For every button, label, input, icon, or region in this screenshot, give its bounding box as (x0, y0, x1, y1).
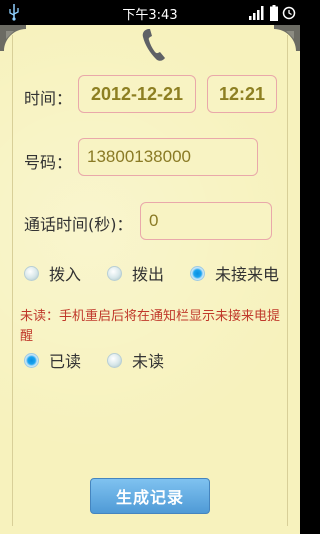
form-background: 时间： 2012-12-21 12:21 号码： 13800138000 通话时… (0, 25, 300, 534)
duration-label: 通话时间(秒)： (24, 215, 133, 234)
time-label: 时间： (24, 89, 73, 108)
phone-icon (142, 29, 165, 61)
radio-button-icon[interactable] (107, 265, 122, 281)
time-field[interactable]: 12:21 (207, 75, 277, 113)
radio-read[interactable]: 已读 (24, 348, 81, 372)
corner-ornament-right-icon (274, 25, 300, 51)
unread-hint-text: 未读：手机重启后将在通知栏显示未接来电提醒 (20, 309, 281, 344)
corner-ornament-left-icon (0, 25, 26, 51)
phone-number-input[interactable]: 13800138000 (78, 138, 258, 176)
radio-outgoing[interactable]: 拨出 (107, 261, 164, 285)
radio-unread-label: 未读 (132, 352, 165, 371)
alarm-icon (282, 6, 296, 20)
battery-icon (270, 5, 278, 21)
radio-missed-label: 未接来电 (215, 265, 280, 284)
radio-missed[interactable]: 未接来电 (190, 261, 279, 285)
radio-incoming-label: 拨入 (49, 265, 82, 284)
radio-button-icon[interactable] (24, 265, 39, 281)
radio-incoming[interactable]: 拨入 (24, 261, 81, 285)
duration-input[interactable]: 0 (140, 202, 272, 240)
status-bar: 下午3:43 (0, 0, 300, 25)
radio-checked-icon[interactable] (190, 265, 205, 281)
number-label: 号码： (24, 153, 73, 172)
radio-outgoing-label: 拨出 (132, 265, 165, 284)
signal-icon (249, 6, 264, 20)
radio-checked-icon[interactable] (24, 352, 39, 368)
generate-record-button[interactable]: 生成记录 (90, 478, 210, 514)
radio-read-label: 已读 (49, 352, 82, 371)
radio-unread[interactable]: 未读 (107, 348, 164, 372)
radio-button-icon[interactable] (107, 352, 122, 368)
date-field[interactable]: 2012-12-21 (78, 75, 196, 113)
